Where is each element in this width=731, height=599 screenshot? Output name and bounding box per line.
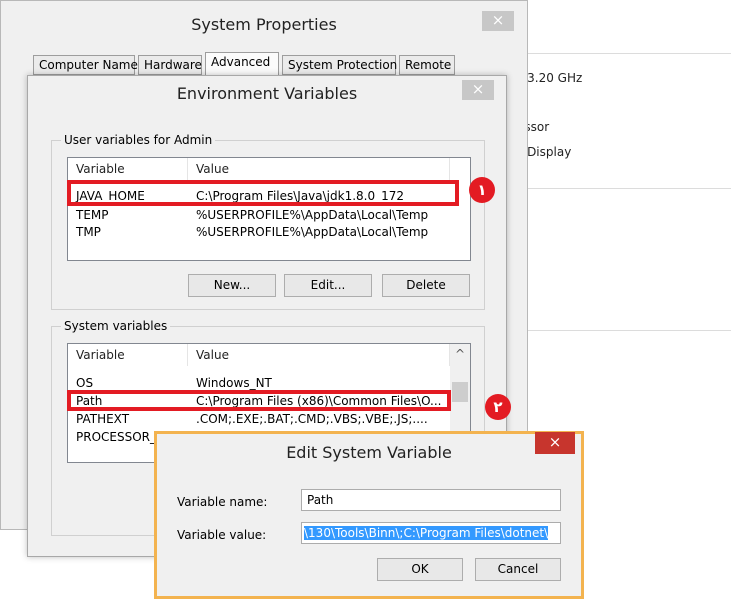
variable-name: PATHEXT (76, 412, 130, 426)
variable-value: .COM;.EXE;.BAT;.CMD;.VBS;.VBE;.JS;.... (196, 412, 428, 426)
tab-computer-name[interactable]: Computer Name (33, 55, 138, 75)
step-1-badge: ١ (469, 177, 495, 203)
path-highlight (67, 390, 451, 411)
variable-name: TMP (76, 225, 101, 239)
variable-value: %USERPROFILE%\AppData\Local\Temp (196, 208, 429, 222)
cancel-button[interactable]: Cancel (475, 558, 561, 581)
close-button[interactable]: × (462, 80, 494, 100)
list-item[interactable]: PATHEXT .COM;.EXE;.BAT;.CMD;.VBS;.VBE;.J… (68, 411, 470, 427)
list-item[interactable]: TEMP %USERPROFILE%\AppData\Local\Temp (68, 207, 470, 223)
dialog-title: Edit System Variable (286, 443, 452, 462)
system-variables-label: System variables (61, 319, 171, 333)
column-header-value[interactable]: Value (188, 344, 450, 366)
column-header-variable[interactable]: Variable (68, 344, 188, 366)
list-header: Variable Value (68, 344, 470, 366)
user-variables-label: User variables for Admin (61, 133, 216, 147)
variable-value-label: Variable value: (177, 528, 267, 542)
variable-value: Windows_NT (196, 376, 272, 390)
column-header-value[interactable]: Value (188, 158, 450, 180)
background-divider (515, 188, 731, 189)
tab-advanced[interactable]: Advanced (205, 52, 279, 76)
variable-value: %USERPROFILE%\AppData\Local\Temp (196, 225, 429, 239)
variable-name: PROCESSOR_ (76, 430, 156, 444)
new-button[interactable]: New... (188, 274, 276, 297)
variable-name: OS (76, 376, 94, 390)
selected-text: \130\Tools\Binn\;C:\Program Files\dotnet… (304, 526, 549, 540)
variable-name: TEMP (76, 208, 109, 222)
window-title: System Properties (191, 15, 337, 34)
variable-name-field[interactable]: Path (301, 489, 561, 511)
edit-system-variable-dialog: Edit System Variable × Variable name: Pa… (154, 431, 584, 599)
user-variables-list[interactable]: Variable Value JAVA_HOME C:\Program File… (67, 157, 471, 261)
edit-button[interactable]: Edit... (284, 274, 372, 297)
close-button[interactable]: × (535, 432, 575, 454)
background-divider (515, 330, 731, 331)
java-home-highlight (67, 180, 459, 206)
dialog-title: Environment Variables (176, 84, 358, 103)
dialog-body: Variable name: Path Variable value: \130… (157, 472, 581, 596)
ok-button[interactable]: OK (377, 558, 463, 581)
step-2-badge: ٢ (485, 394, 511, 420)
delete-button[interactable]: Delete (382, 274, 470, 297)
variable-name-label: Variable name: (177, 495, 268, 509)
tab-remote[interactable]: Remote (399, 55, 455, 75)
scroll-up-arrow[interactable]: ^ (450, 344, 470, 362)
tab-system-protection[interactable]: System Protection (282, 55, 397, 75)
close-button[interactable]: × (482, 11, 514, 31)
column-header-variable[interactable]: Variable (68, 158, 188, 180)
list-item[interactable]: TMP %USERPROFILE%\AppData\Local\Temp (68, 224, 470, 240)
list-header: Variable Value (68, 158, 470, 180)
tab-hardware[interactable]: Hardware (138, 55, 202, 75)
list-item[interactable]: OS Windows_NT (68, 375, 470, 391)
background-divider (515, 53, 731, 54)
variable-value-field[interactable]: \130\Tools\Binn\;C:\Program Files\dotnet… (301, 522, 561, 544)
